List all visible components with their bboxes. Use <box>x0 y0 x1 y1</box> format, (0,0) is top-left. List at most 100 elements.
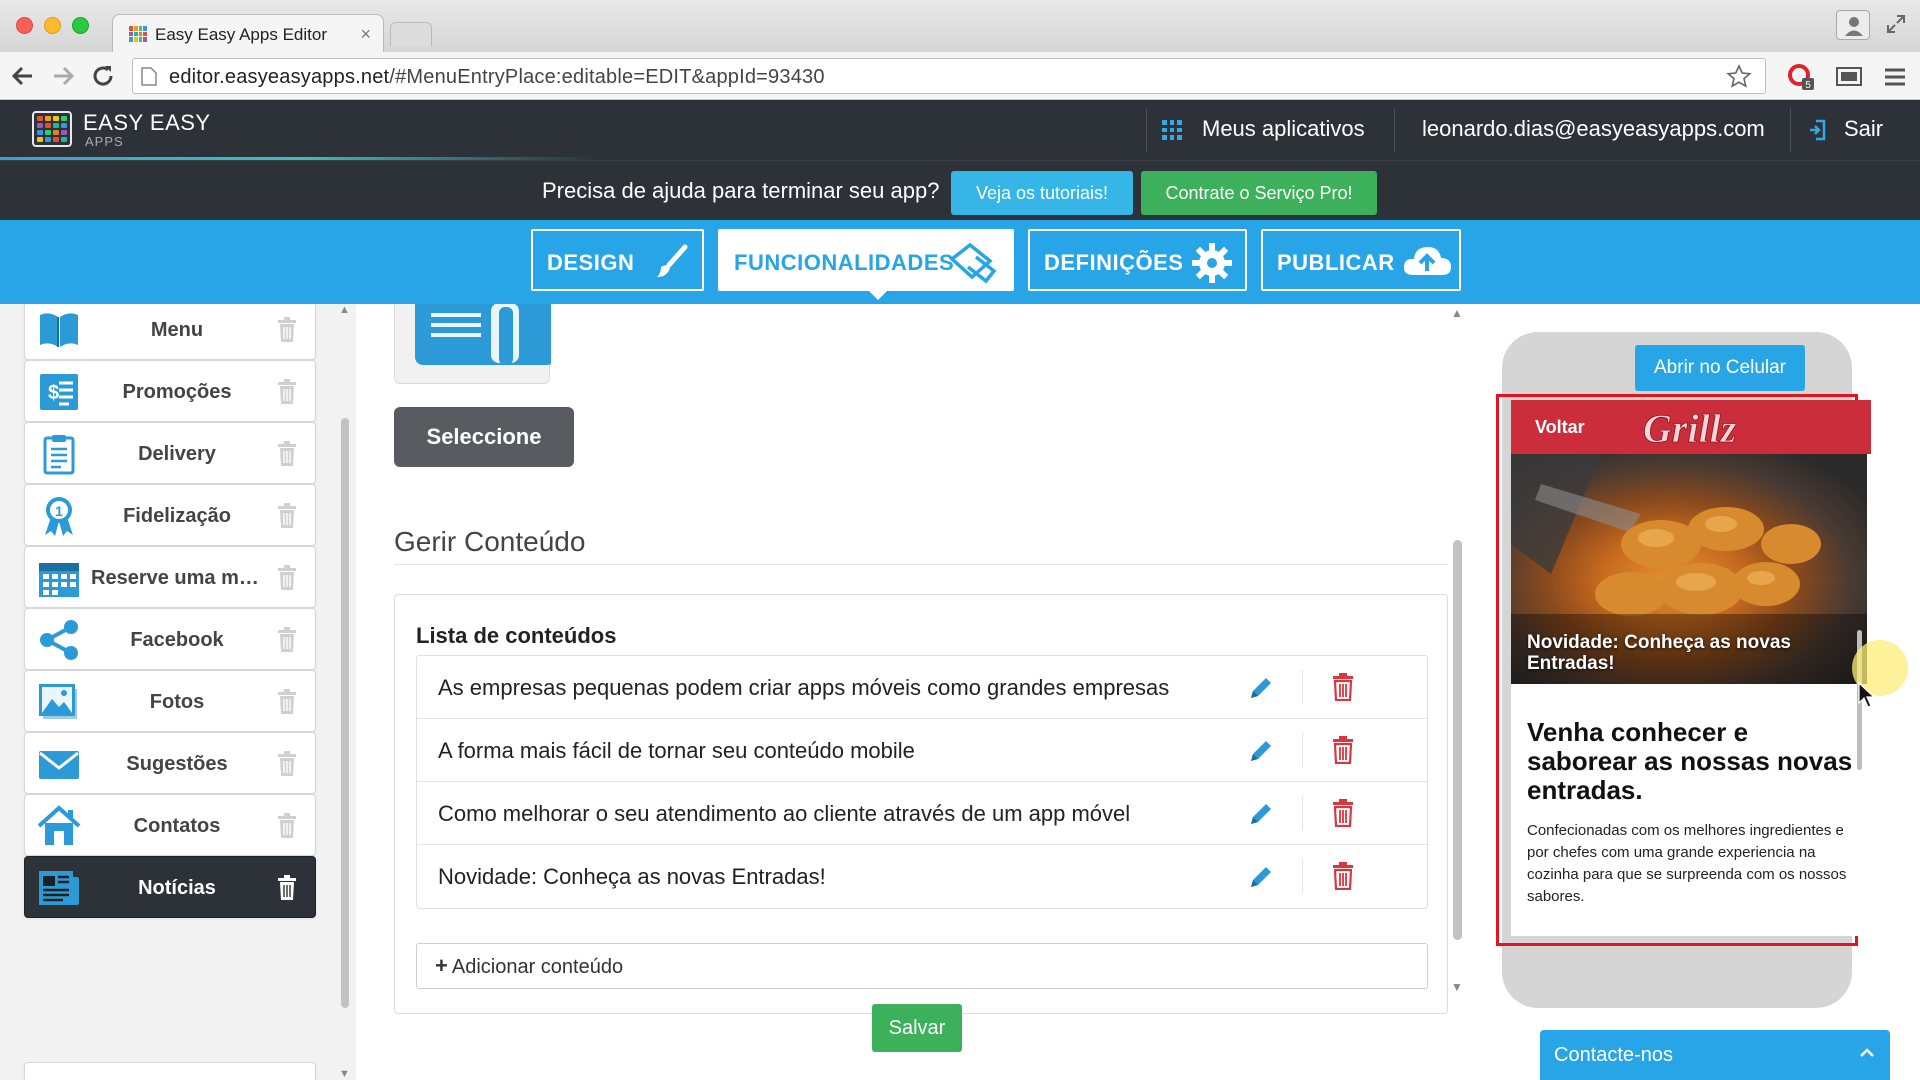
sidebar-item-news[interactable]: Notícias <box>24 856 316 918</box>
reload-icon[interactable] <box>90 63 116 89</box>
browser-tab[interactable]: Easy Easy Apps Editor × <box>112 14 384 52</box>
tutorials-button[interactable]: Veja os tutoriais! <box>951 171 1133 215</box>
opera-extension-icon[interactable]: 5 <box>1786 62 1816 92</box>
trash-icon[interactable] <box>277 627 297 653</box>
my-apps-link[interactable]: Meus aplicativos <box>1202 116 1365 142</box>
list-item-title: As empresas pequenas podem criar apps mó… <box>438 675 1170 700</box>
sidebar-item-label: Fidelização <box>123 505 231 527</box>
edit-pencil-icon[interactable] <box>1247 863 1275 891</box>
back-button[interactable]: Voltar <box>1535 417 1585 438</box>
list-item[interactable]: A forma mais fácil de tornar seu conteúd… <box>417 719 1427 782</box>
contact-us-widget[interactable]: Contacte-nos <box>1540 1030 1890 1080</box>
photo-icon <box>39 684 77 719</box>
content-editor: Seleccione Gerir Conteúdo Lista de conte… <box>356 304 1468 1080</box>
fullscreen-icon[interactable] <box>1886 14 1906 34</box>
news-layout-icon <box>415 304 555 365</box>
sidebar-item-label: Promoções <box>122 381 232 403</box>
menu-hamburger-icon[interactable] <box>1880 62 1910 92</box>
window-close-button[interactable] <box>16 17 33 34</box>
list-item[interactable]: As empresas pequenas podem criar apps mó… <box>417 656 1427 719</box>
trash-icon[interactable] <box>277 317 297 343</box>
sidebar-item-delivery[interactable]: Delivery <box>24 422 316 484</box>
row-divider <box>1302 670 1303 704</box>
delete-trash-icon[interactable] <box>1331 673 1355 701</box>
bookmark-star-icon[interactable] <box>1725 63 1753 91</box>
logout-link[interactable]: Sair <box>1844 116 1883 142</box>
sidebar-item-menu[interactable]: Menu <box>24 304 316 360</box>
row-divider <box>1302 859 1303 893</box>
trash-icon[interactable] <box>277 689 297 715</box>
edit-pencil-icon[interactable] <box>1247 800 1275 828</box>
sidebar-item-label: Contatos <box>133 815 221 837</box>
add-content-button[interactable]: + Adicionar conteúdo <box>416 943 1428 989</box>
sidebar-item-label: Reserve uma me... <box>91 567 263 589</box>
contact-us-label: Contacte-nos <box>1554 1044 1673 1066</box>
tab-settings[interactable]: DEFINIÇÕES <box>1028 229 1247 291</box>
cast-screen-icon[interactable] <box>1834 62 1864 92</box>
profile-icon[interactable] <box>1836 10 1870 40</box>
tab-publish[interactable]: PUBLICAR <box>1261 229 1461 291</box>
trash-icon[interactable] <box>277 503 297 529</box>
svg-text:Grillz: Grillz <box>1643 406 1737 451</box>
content-list-title: Lista de conteúdos <box>416 623 617 648</box>
sidebar-item-loyalty[interactable]: 1 Fidelização <box>24 484 316 546</box>
trash-icon[interactable] <box>277 565 297 591</box>
puzzle-icon <box>949 242 997 284</box>
sidebar-item-facebook[interactable]: Facebook <box>24 608 316 670</box>
open-on-phone-button[interactable]: Abrir no Celular <box>1635 345 1805 391</box>
logo-icon <box>32 111 72 147</box>
sidebar-item-suggestions[interactable]: Sugestões <box>24 732 316 794</box>
select-layout-button[interactable]: Seleccione <box>394 407 574 467</box>
list-item[interactable]: Como melhorar o seu atendimento ao clien… <box>417 782 1427 845</box>
tab-features[interactable]: FUNCIONALIDADES <box>718 229 1014 300</box>
delete-trash-icon[interactable] <box>1331 799 1355 827</box>
article-title: Venha conhecer e saborear as nossas nova… <box>1527 717 1853 805</box>
pro-service-button[interactable]: Contrate o Serviço Pro! <box>1141 171 1377 215</box>
tab-design[interactable]: DESIGN <box>531 229 704 291</box>
list-item-title: Como melhorar o seu atendimento ao clien… <box>438 801 1131 826</box>
help-bar: Precisa de ajuda para terminar seu app? … <box>0 160 1920 220</box>
edit-pencil-icon[interactable] <box>1247 737 1275 765</box>
apps-grid-icon[interactable] <box>1162 120 1182 140</box>
window-zoom-button[interactable] <box>72 17 89 34</box>
trash-icon[interactable] <box>277 875 297 901</box>
cloud-upload-icon <box>1403 247 1451 275</box>
list-item-title: A forma mais fácil de tornar seu conteúd… <box>438 738 915 763</box>
logo-text: EASY EASY <box>83 110 211 135</box>
sidebar-item-photos[interactable]: Fotos <box>24 670 316 732</box>
row-divider <box>1302 733 1303 767</box>
trash-icon[interactable] <box>277 441 297 467</box>
window-minimize-button[interactable] <box>44 17 61 34</box>
delete-trash-icon[interactable] <box>1331 862 1355 890</box>
header-divider <box>1790 108 1791 152</box>
user-email[interactable]: leonardo.dias@easyeasyapps.com <box>1422 116 1765 142</box>
trash-icon[interactable] <box>277 751 297 777</box>
save-button[interactable]: Salvar <box>872 1004 962 1052</box>
logout-icon[interactable] <box>1808 118 1826 142</box>
sidebar-item-promotions[interactable]: $ Promoções <box>24 360 316 422</box>
address-bar[interactable]: editor.easyeasyapps.net/#MenuEntryPlace:… <box>132 58 1766 94</box>
app-header: EASY EASY APPS Meus aplicativos leonardo… <box>0 100 1920 160</box>
main-nav: DESIGN FUNCIONALIDADES DEFINIÇÕES PUBLIC… <box>0 220 1920 304</box>
edit-pencil-icon[interactable] <box>1247 674 1275 702</box>
sidebar-item-label: Fotos <box>149 691 205 713</box>
delete-trash-icon[interactable] <box>1331 736 1355 764</box>
sidebar-item-reservation[interactable]: Reserve uma me... <box>24 546 316 608</box>
forward-arrow-icon[interactable] <box>50 63 76 89</box>
back-arrow-icon[interactable] <box>10 63 36 89</box>
features-sidebar: Menu $ Promoções Delivery 1 Fidelização … <box>0 304 356 1080</box>
sidebar-item-partial[interactable] <box>24 1062 316 1080</box>
content-list: As empresas pequenas podem criar apps mó… <box>416 655 1428 909</box>
gear-icon <box>1192 243 1232 283</box>
content-scrollbar[interactable]: ▲ ▼ <box>1450 306 1464 1000</box>
sidebar-item-contacts[interactable]: Contatos <box>24 794 316 856</box>
clipboard-icon <box>43 435 75 475</box>
list-item[interactable]: Novidade: Conheça as novas Entradas! <box>417 845 1427 908</box>
tab-close-icon[interactable]: × <box>360 24 371 45</box>
trash-icon[interactable] <box>277 379 297 405</box>
new-tab-button[interactable] <box>390 22 432 46</box>
sidebar-scrollbar[interactable]: ▲ ▼ <box>339 304 350 1080</box>
browser-titlebar: Easy Easy Apps Editor × <box>0 0 1920 52</box>
book-icon <box>40 313 78 347</box>
trash-icon[interactable] <box>277 813 297 839</box>
